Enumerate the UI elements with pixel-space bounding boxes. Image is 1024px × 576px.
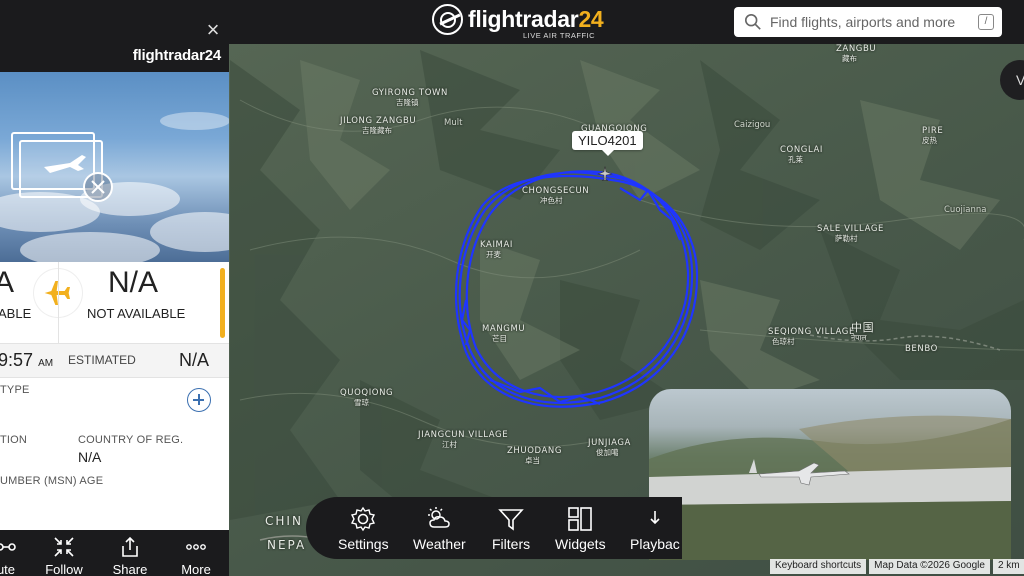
place-label: JUNJIAGA 俊加噶 <box>588 438 631 457</box>
aircraft-icon[interactable] <box>596 165 614 183</box>
search-box[interactable]: / <box>734 7 1002 37</box>
weather-icon <box>428 507 451 528</box>
search-icon <box>744 13 761 30</box>
scale-label: 2 km <box>992 559 1024 574</box>
widgets-button[interactable]: Widgets <box>555 505 606 552</box>
map-attribution: Keyboard shortcuts Map Data ©2026 Google… <box>770 559 1024 574</box>
place-label: NEPA <box>267 538 307 552</box>
registration-label: TION <box>0 434 28 446</box>
place-label: Cuojianna <box>944 205 987 215</box>
more-icon <box>186 544 206 550</box>
video-frame <box>649 415 1011 560</box>
place-label: ZHUODANG 卓当 <box>507 446 563 465</box>
place-label: JILONG ZANGBU 吉隆藏布 <box>340 116 417 135</box>
share-icon <box>122 536 138 557</box>
flight-panel: × flightradar24 A ABLE N/A NOT AVAILABLE… <box>0 19 229 576</box>
more-button[interactable]: More <box>166 534 226 576</box>
follow-icon <box>54 537 74 557</box>
place-label: CHONGSECUN 冲色村 <box>522 186 590 205</box>
time-row: 9:57 AM ESTIMATED N/A <box>0 344 229 378</box>
video-overlay[interactable] <box>649 389 1011 560</box>
map-data-link[interactable]: Map Data ©2026 Google <box>869 559 990 574</box>
top-header: flightradar24 LIVE AIR TRAFFIC / <box>0 0 1024 44</box>
no-photo-icon <box>11 132 113 202</box>
keyboard-shortcuts-link[interactable]: Keyboard shortcuts <box>770 559 867 574</box>
filters-button[interactable]: Filters <box>492 505 530 552</box>
place-label: CHIN <box>265 514 303 528</box>
widgets-icon <box>568 507 593 531</box>
route-summary: A ABLE N/A NOT AVAILABLE <box>0 262 229 344</box>
filter-icon <box>498 509 524 531</box>
place-label: PIRE 皮热 <box>922 126 944 145</box>
place-label: KAIMAI 开麦 <box>480 240 514 259</box>
country-label: COUNTRY OF REG. <box>78 434 184 446</box>
share-button[interactable]: Share <box>100 534 160 576</box>
panel-actions: ute Follow Share More <box>0 530 229 576</box>
destination-time: N/A <box>108 266 159 299</box>
weather-button[interactable]: Weather <box>413 505 466 552</box>
playback-button[interactable]: Playbac <box>630 505 680 552</box>
place-label: 中国 नेपाल <box>851 321 875 342</box>
estimated-label: ESTIMATED <box>68 353 136 367</box>
country-value: N/A <box>78 449 102 465</box>
tagline: LIVE AIR TRAFFIC <box>523 31 596 40</box>
gear-icon <box>351 506 376 532</box>
place-label: MANGMU 芒目 <box>482 324 526 343</box>
place-label: ZANGBU 藏布 <box>836 44 877 63</box>
place-label: SALE VILLAGE 萨勒村 <box>817 224 884 243</box>
radar-logo-icon <box>432 4 463 35</box>
estimated-value: N/A <box>179 350 210 370</box>
close-button[interactable]: × <box>203 19 223 41</box>
msn-age-label: UMBER (MSN) AGE <box>0 475 104 487</box>
place-label: Caizigou <box>734 120 771 130</box>
panel-scrollbar[interactable] <box>220 268 225 338</box>
playback-icon <box>650 511 660 525</box>
shortcut-key: / <box>978 14 994 30</box>
follow-button[interactable]: Follow <box>34 534 94 576</box>
origin-label: ABLE <box>0 306 32 321</box>
callsign-label[interactable]: YILO4201 <box>572 131 643 156</box>
settings-button[interactable]: Settings <box>338 505 389 552</box>
place-label: SEQIONG VILLAGE 色琼村 <box>768 327 855 346</box>
place-label: GYIRONG TOWN 吉隆镇 <box>372 88 448 107</box>
add-button[interactable] <box>187 388 211 412</box>
place-label: QUOQIONG 雪琼 <box>340 388 394 407</box>
map-toolbar: Settings Weather Filters Widgets Playbac <box>306 497 682 559</box>
route-icon <box>0 543 16 551</box>
place-label: Mult <box>444 118 463 128</box>
aircraft-type-label: TYPE <box>0 384 30 396</box>
destination-label: NOT AVAILABLE <box>87 306 186 321</box>
place-label: CONGLAI 孔莱 <box>780 145 824 164</box>
route-button[interactable]: ute <box>0 534 36 576</box>
place-label: BENBO <box>905 344 938 354</box>
origin-time: A <box>0 266 15 299</box>
search-input[interactable] <box>770 14 970 30</box>
panel-brand: flightradar24 <box>132 47 221 64</box>
place-label: JIANGCUN VILLAGE 江村 <box>418 430 509 449</box>
aircraft-photo[interactable] <box>0 72 229 262</box>
